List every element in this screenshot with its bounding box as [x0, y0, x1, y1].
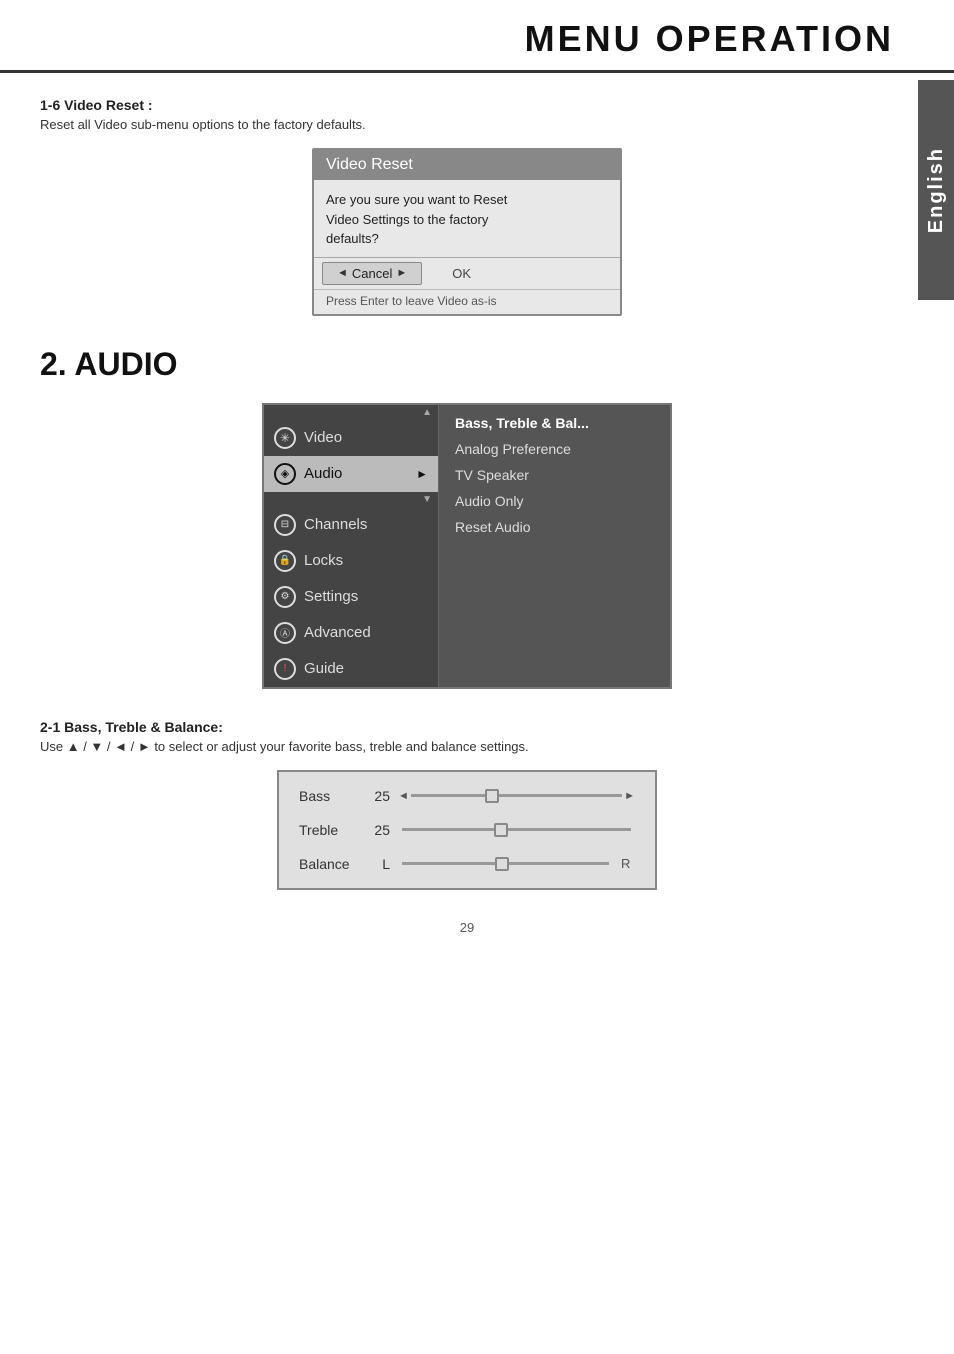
- balance-label: Balance: [299, 856, 354, 872]
- side-tab: English: [918, 80, 954, 300]
- settings-icon: ⚙: [274, 586, 296, 608]
- scroll-down-icon: ▼: [422, 494, 432, 505]
- section-21-desc: Use ▲ / ▼ / ◄ / ► to select or adjust yo…: [40, 739, 894, 754]
- menu-item-advanced-label: Advanced: [304, 624, 371, 641]
- menu-item-advanced[interactable]: Ⓐ Advanced: [264, 615, 438, 651]
- menu-item-channels[interactable]: ⊟ Channels: [264, 507, 438, 543]
- bass-slider[interactable]: ◄ ►: [398, 788, 635, 804]
- audio-menu-box: ▲ ✳ Video ◈ Audio: [262, 403, 672, 689]
- section-21: 2-1 Bass, Treble & Balance: Use ▲ / ▼ / …: [40, 719, 894, 890]
- section-audio: 2. AUDIO ▲ ✳ Video: [40, 346, 894, 890]
- bass-track: [411, 794, 622, 797]
- balance-thumb: [495, 857, 509, 871]
- advanced-icon: Ⓐ: [274, 622, 296, 644]
- bass-thumb: [485, 789, 499, 803]
- ok-button[interactable]: OK: [452, 266, 471, 281]
- menu-item-video-label: Video: [304, 429, 342, 446]
- balance-track: [402, 862, 609, 865]
- locks-icon: 🔒: [274, 550, 296, 572]
- treble-track: [402, 828, 631, 831]
- balance-row: Balance L R: [299, 856, 635, 872]
- guide-icon: !: [274, 658, 296, 680]
- ok-label: OK: [452, 266, 471, 281]
- video-reset-dialog: Video Reset Are you sure you want to Res…: [312, 148, 622, 316]
- section-16-desc: Reset all Video sub-menu options to the …: [40, 117, 894, 132]
- main-content: 1-6 Video Reset : Reset all Video sub-me…: [0, 97, 954, 995]
- submenu-arrow-icon: ►: [416, 467, 428, 481]
- dialog-body-line2: Video Settings to the factory: [326, 212, 488, 227]
- submenu-reset-audio[interactable]: Reset Audio: [449, 515, 660, 539]
- slider-box: Bass 25 ◄ ► Treble 25: [277, 770, 657, 890]
- scroll-down: ▼: [264, 492, 438, 507]
- dialog-body-line3: defaults?: [326, 231, 379, 246]
- submenu-audio-only[interactable]: Audio Only: [449, 489, 660, 513]
- scroll-up-icon: ▲: [422, 407, 432, 418]
- video-reset-dialog-wrapper: Video Reset Are you sure you want to Res…: [40, 148, 894, 316]
- menu-item-locks-label: Locks: [304, 552, 343, 569]
- bass-row: Bass 25 ◄ ►: [299, 788, 635, 804]
- channels-icon: ⊟: [274, 514, 296, 536]
- menu-item-video[interactable]: ✳ Video: [264, 420, 438, 456]
- bass-left-arrows: ◄: [398, 790, 409, 802]
- bass-value: 25: [362, 788, 390, 804]
- menu-item-locks[interactable]: 🔒 Locks: [264, 543, 438, 579]
- dialog-title: Video Reset: [314, 150, 620, 180]
- dialog-body-line1: Are you sure you want to Reset: [326, 192, 507, 207]
- audio-icon: ◈: [274, 463, 296, 485]
- side-tab-label: English: [925, 147, 948, 233]
- cancel-button[interactable]: ◄ Cancel ►: [322, 262, 422, 285]
- right-arrow-icon: ►: [396, 267, 407, 279]
- menu-item-audio[interactable]: ◈ Audio ►: [264, 456, 438, 492]
- balance-left-label: L: [362, 856, 390, 872]
- menu-item-guide[interactable]: ! Guide: [264, 651, 438, 687]
- section-16: 1-6 Video Reset : Reset all Video sub-me…: [40, 97, 894, 316]
- menu-right: Bass, Treble & Bal... Analog Preference …: [439, 405, 670, 687]
- section-16-heading: 1-6 Video Reset :: [40, 97, 894, 113]
- dialog-footer: Press Enter to leave Video as-is: [314, 289, 620, 314]
- audio-section-title: 2. AUDIO: [40, 346, 894, 383]
- page-header: MENU OPERATION: [0, 0, 954, 73]
- treble-thumb: [494, 823, 508, 837]
- bass-label: Bass: [299, 788, 354, 804]
- menu-item-audio-label: Audio: [304, 465, 342, 482]
- submenu-analog-preference[interactable]: Analog Preference: [449, 437, 660, 461]
- submenu-tv-speaker[interactable]: TV Speaker: [449, 463, 660, 487]
- menu-item-settings[interactable]: ⚙ Settings: [264, 579, 438, 615]
- treble-label: Treble: [299, 822, 354, 838]
- submenu-bass-treble[interactable]: Bass, Treble & Bal...: [449, 411, 660, 435]
- dialog-buttons: ◄ Cancel ► OK: [314, 257, 620, 289]
- bass-right-arrows: ►: [624, 790, 635, 802]
- balance-slider[interactable]: [398, 856, 613, 872]
- scroll-up: ▲: [264, 405, 438, 420]
- menu-left: ▲ ✳ Video ◈ Audio: [264, 405, 439, 687]
- treble-row: Treble 25: [299, 822, 635, 838]
- menu-item-guide-label: Guide: [304, 660, 344, 677]
- page-title: MENU OPERATION: [30, 18, 894, 60]
- video-icon: ✳: [274, 427, 296, 449]
- cancel-label: Cancel: [352, 266, 392, 281]
- left-arrow-icon: ◄: [337, 267, 348, 279]
- menu-item-channels-label: Channels: [304, 516, 367, 533]
- audio-menu-wrapper: ▲ ✳ Video ◈ Audio: [40, 403, 894, 689]
- menu-item-settings-label: Settings: [304, 588, 358, 605]
- balance-right-label: R: [621, 856, 635, 871]
- treble-value: 25: [362, 822, 390, 838]
- section-21-heading: 2-1 Bass, Treble & Balance:: [40, 719, 894, 735]
- dialog-body: Are you sure you want to Reset Video Set…: [314, 180, 620, 257]
- page-number: 29: [40, 920, 894, 955]
- treble-slider[interactable]: [398, 822, 635, 838]
- slider-wrapper: Bass 25 ◄ ► Treble 25: [40, 770, 894, 890]
